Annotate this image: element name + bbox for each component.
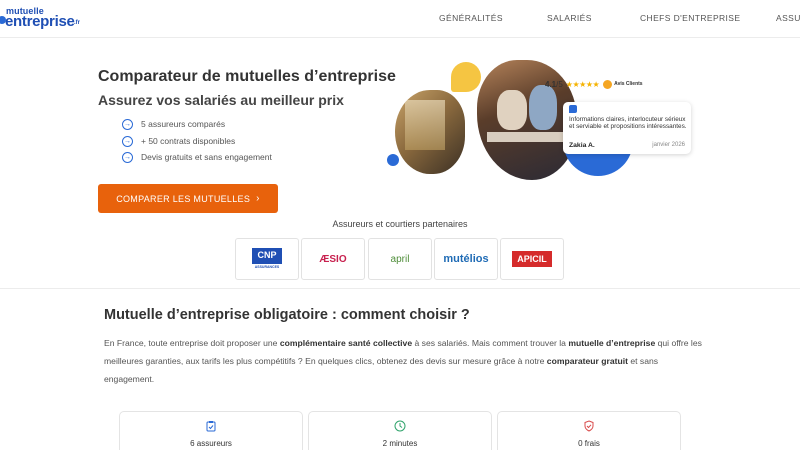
site-logo[interactable]: mutuelle entreprise .fr <box>0 6 92 32</box>
cta-label: COMPARER LES MUTUELLES <box>116 193 251 204</box>
feature-label: + 50 contrats disponibles <box>141 136 236 146</box>
partners-title: Assureurs et courtiers partenaires <box>332 219 468 229</box>
feature-item: → Devis gratuits et sans engagement <box>122 151 272 163</box>
cnp-text: CNP <box>257 250 277 260</box>
feature-item: → 5 assureurs comparés <box>122 118 226 130</box>
arrow-right-icon: → <box>122 135 133 147</box>
partner-logo-april: april <box>368 238 432 280</box>
review-text: Informations claires, interlocuteur séri… <box>569 116 687 131</box>
stat-label: 2 minutes <box>382 439 418 448</box>
bold-text: complémentaire santé collective <box>279 338 413 348</box>
nav-generalites[interactable]: GÉNÉRALITÉS <box>439 13 503 23</box>
partner-logo-cnp: CNP ASSURANCES <box>235 238 299 280</box>
team-photo <box>477 60 577 180</box>
partner-logo-mutelios: mutélios <box>434 238 498 280</box>
partner-logo-aesio: ÆSIO <box>301 238 365 280</box>
rating-score: 4.1 <box>545 80 557 89</box>
star-rating-icon: ★★★★★ <box>565 80 600 89</box>
top-header: mutuelle entreprise .fr GÉNÉRALITÉS SALA… <box>0 0 800 38</box>
stat-label: 6 assureurs <box>190 439 232 448</box>
aesio-text: ÆSIO <box>319 253 347 265</box>
hero-title: Comparateur de mutuelles d’entreprise <box>98 68 396 85</box>
cnp-sub-text: ASSURANCES <box>252 264 282 270</box>
stat-card: 0 frais <box>497 411 681 450</box>
avis-clients-logo-icon <box>603 80 613 89</box>
shield-check-icon <box>584 420 594 432</box>
clock-icon <box>394 420 406 432</box>
bold-text: mutuelle d’entreprise <box>568 338 656 348</box>
feature-item: → + 50 contrats disponibles <box>122 135 236 147</box>
nav-assurance[interactable]: ASSUR <box>776 13 800 23</box>
april-text: april <box>390 253 410 265</box>
rating-widget: 4.1 /5 ★★★★★ Avis Clients <box>545 80 643 89</box>
section-paragraph: En France, toute entreprise doit propose… <box>104 338 702 384</box>
partner-logo-apicil: APICIL <box>500 238 564 280</box>
rating-brand: Avis Clients <box>614 81 643 87</box>
nav-chefs-entreprise[interactable]: CHEFS D'ENTREPRISE <box>640 13 740 23</box>
nav-salaries[interactable]: SALARIÉS <box>547 13 592 23</box>
page: mutuelle entreprise .fr GÉNÉRALITÉS SALA… <box>0 0 800 450</box>
chevron-right-icon: › <box>256 193 260 204</box>
hero-subtitle: Assurez vos salariés au meilleur prix <box>98 92 344 108</box>
compare-mutuelles-button[interactable]: COMPARER LES MUTUELLES › <box>98 184 278 213</box>
feature-label: 5 assureurs comparés <box>141 119 226 129</box>
stat-card: 2 minutes <box>308 411 492 450</box>
section-title: Mutuelle d’entreprise obligatoire : comm… <box>104 307 470 323</box>
logo-main-text: entreprise <box>5 13 75 30</box>
arrow-right-icon: → <box>122 118 133 130</box>
decorative-blob-icon <box>387 154 399 166</box>
feature-label: Devis gratuits et sans engagement <box>141 152 272 162</box>
clipboard-check-icon <box>206 421 216 432</box>
office-photo <box>395 90 465 174</box>
bold-text: comparateur gratuit <box>546 355 628 366</box>
stat-label: 0 frais <box>578 439 600 448</box>
quote-icon <box>569 105 577 113</box>
decorative-blob-icon <box>451 62 481 92</box>
arrow-right-icon: → <box>122 151 133 163</box>
stat-card: 6 assureurs <box>119 411 303 450</box>
review-date: janvier 2026 <box>652 142 685 148</box>
review-card: Informations claires, interlocuteur séri… <box>563 102 691 154</box>
review-author: Zakia A. <box>569 142 595 149</box>
mutelios-text: mutélios <box>443 253 489 265</box>
section-divider <box>0 288 800 289</box>
apicil-text: APICIL <box>512 251 552 267</box>
hero-illustration: 4.1 /5 ★★★★★ Avis Clients Informations c… <box>385 58 695 183</box>
rating-out-of: /5 <box>556 80 563 89</box>
logo-suffix-text: .fr <box>74 20 80 26</box>
